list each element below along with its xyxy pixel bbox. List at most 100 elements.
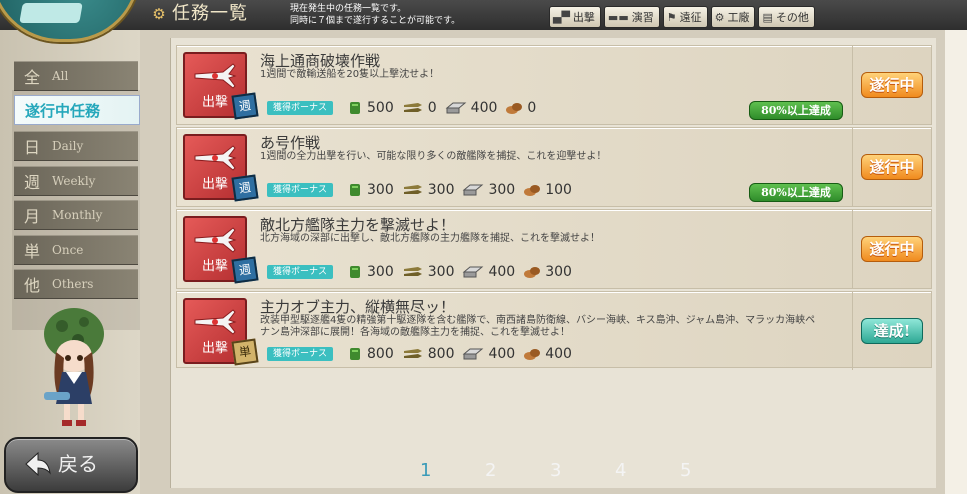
steel-reward: 400 <box>445 100 497 116</box>
quest-title: 敵北方艦隊主力を撃滅せよ！ <box>260 216 456 234</box>
page-4[interactable]: 4 <box>605 458 670 484</box>
ammo-icon <box>403 103 422 112</box>
page-1[interactable]: 1 <box>410 458 475 484</box>
steel-reward: 300 <box>462 182 515 198</box>
steel-icon <box>463 348 484 360</box>
ammo-reward: 0 <box>402 100 437 116</box>
plane-icon <box>194 309 237 335</box>
in-progress-button[interactable]: 遂行中 <box>861 236 923 262</box>
scrollbar[interactable] <box>945 30 967 494</box>
plane-icon <box>194 145 237 171</box>
filter-tab-all-label: All <box>52 69 69 83</box>
steel-reward: 400 <box>462 346 515 362</box>
plane-icon <box>194 63 237 89</box>
bauxite-value: 400 <box>545 346 572 362</box>
tab-other[interactable]: ▤ その他 <box>758 6 815 28</box>
tab-expedition[interactable]: ⚑ 遠征 <box>662 6 708 28</box>
quest-row[interactable]: 出撃週敵北方艦隊主力を撃滅せよ！ 北方海域の深部に出撃し、敵北方艦隊の主力艦隊を捕… <box>176 209 932 289</box>
progress-badge: 80%以上達成 <box>749 183 843 202</box>
sortie-icon: ▄▀ <box>553 10 570 24</box>
quest-description: 1週間で敵輸送船を20隻以上撃沈せよ！ <box>260 69 440 80</box>
filter-tab-weekly[interactable]: 週 Weekly <box>14 166 138 196</box>
quest-row[interactable]: 出撃週あ号作戦 1週間の全力出撃を行い、可能な限り多くの敵艦隊を捕捉、これを迎撃せ… <box>176 127 932 207</box>
filter-tab-weekly-label: Weekly <box>52 174 96 188</box>
ammo-reward: 800 <box>402 346 455 362</box>
filter-tab-once[interactable]: 単 Once <box>14 235 138 265</box>
fuel-reward: 300 <box>347 182 394 198</box>
fuel-icon <box>350 348 361 360</box>
filter-tab-daily[interactable]: 日 Daily <box>14 131 138 161</box>
quest-title: 主力オブ主力、縦横無尽ッ！ <box>260 298 456 316</box>
quest-frequency-badge: 単 <box>231 338 259 366</box>
fuel-value: 800 <box>367 346 394 362</box>
fuel-value: 300 <box>367 182 394 198</box>
bonus-label: 獲得ボーナス <box>267 183 334 197</box>
filter-tab-monthly-label: Monthly <box>52 208 103 222</box>
quest-screen: ⚙ 任務一覧 現在発生中の任務一覧です。 同時に７個まで遂行することが可能です。… <box>0 0 967 494</box>
tab-sortie-label: 出撃 <box>572 11 595 24</box>
in-progress-button[interactable]: 遂行中 <box>861 154 923 180</box>
expedition-icon: ⚑ <box>666 10 677 24</box>
ammo-value: 300 <box>427 182 455 198</box>
filter-tab-all-kanji: 全 <box>24 68 41 87</box>
back-button[interactable]: 戻る <box>4 437 138 493</box>
complete-button[interactable]: 達成! <box>861 318 923 344</box>
fuel-icon <box>350 184 361 196</box>
quest-row[interactable]: 出撃週海上通商破壊作戦 1週間で敵輸送船を20隻以上撃沈せよ！ 獲得ボーナス 500 0… <box>176 45 932 125</box>
bauxite-value: 0 <box>527 100 537 116</box>
quest-rewards: 獲得ボーナス 300 300 300 100 <box>267 181 580 199</box>
bauxite-reward: 100 <box>523 182 572 198</box>
header-subtitle-line1: 現在発生中の任務一覧です。 <box>290 4 407 14</box>
bauxite-value: 300 <box>545 264 572 280</box>
page-5[interactable]: 5 <box>670 458 735 484</box>
gear-icon: ⚙ <box>152 5 166 23</box>
quest-rewards: 獲得ボーナス 800 800 400 400 <box>267 345 580 363</box>
top-bar: ⚙ 任務一覧 現在発生中の任務一覧です。 同時に７個まで遂行することが可能です。… <box>0 0 967 32</box>
quest-status-area: 遂行中 <box>852 210 931 288</box>
arsenal-icon: ⚙ <box>714 10 725 24</box>
steel-icon <box>463 266 484 278</box>
filter-tab-monthly[interactable]: 月 Monthly <box>14 200 138 230</box>
tab-arsenal[interactable]: ⚙ 工廠 <box>710 6 756 28</box>
filter-tab-daily-label: Daily <box>52 139 84 153</box>
filter-tab-active[interactable]: 遂行中任務 <box>14 95 140 125</box>
nav-tabs: ▄▀ 出撃 ▬▬ 演習 ⚑ 遠征 ⚙ 工廠 ▤ その他 <box>549 6 815 28</box>
quest-status-area: 遂行中 <box>852 46 931 124</box>
pagination: 1 2 3 4 5 <box>410 458 735 484</box>
other-icon: ▤ <box>762 10 773 24</box>
tab-arsenal-label: 工廠 <box>727 11 750 24</box>
bonus-label: 獲得ボーナス <box>267 101 334 115</box>
fuel-value: 500 <box>367 100 394 116</box>
plane-icon <box>194 227 237 253</box>
bonus-label: 獲得ボーナス <box>267 265 334 279</box>
quest-title: あ号作戦 <box>260 134 321 152</box>
bauxite-icon <box>506 103 523 114</box>
quest-description: 1週間の全力出撃を行い、可能な限り多くの敵艦隊を捕捉、これを迎撃せよ！ <box>260 151 607 162</box>
page-3[interactable]: 3 <box>540 458 605 484</box>
fuel-reward: 300 <box>347 264 394 280</box>
bauxite-icon <box>524 185 541 196</box>
filter-tab-all[interactable]: 全 All <box>14 61 138 91</box>
tab-expedition-label: 遠征 <box>679 11 702 24</box>
ammo-reward: 300 <box>402 182 455 198</box>
filter-tab-others[interactable]: 他 Others <box>14 269 138 299</box>
filter-tab-once-kanji: 単 <box>24 242 41 261</box>
quest-status-area: 遂行中 <box>852 128 931 206</box>
page-2[interactable]: 2 <box>475 458 540 484</box>
fuel-reward: 800 <box>347 346 394 362</box>
quest-title: 海上通商破壊作戦 <box>260 52 381 70</box>
tab-sortie[interactable]: ▄▀ 出撃 <box>549 6 601 28</box>
ammo-icon <box>403 185 422 194</box>
in-progress-button[interactable]: 遂行中 <box>861 72 923 98</box>
bonus-label: 獲得ボーナス <box>267 347 334 361</box>
page-title: 任務一覧 <box>172 3 248 24</box>
ammo-value: 800 <box>427 346 455 362</box>
tab-exercise[interactable]: ▬▬ 演習 <box>603 6 660 28</box>
quest-row[interactable]: 出撃単主力オブ主力、縦横無尽ッ！ 改装甲型駆逐艦4隻の精強第十駆逐隊を含む艦隊で、… <box>176 291 932 370</box>
fuel-reward: 500 <box>347 100 394 116</box>
progress-badge: 80%以上達成 <box>749 101 843 120</box>
back-button-label: 戻る <box>58 452 98 476</box>
quest-frequency-badge: 週 <box>231 92 259 120</box>
fuel-icon <box>350 266 361 278</box>
bauxite-reward: 300 <box>523 264 572 280</box>
